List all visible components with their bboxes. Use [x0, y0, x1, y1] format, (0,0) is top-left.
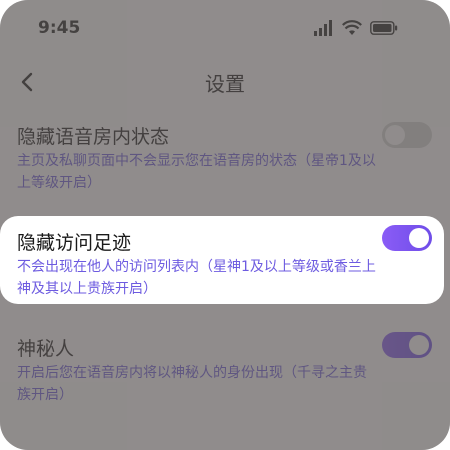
- battery-icon: [370, 21, 398, 35]
- toggle-knob: [409, 228, 429, 248]
- setting-description: 开启后您在语音房内将以神秘人的身份出现（千寻之主贵族开启）: [17, 365, 367, 403]
- setting-description: 不会出现在他人的访问列表内（星神1及以上等级或香兰上神及其以上贵族开启）: [17, 259, 376, 297]
- toggle-knob: [385, 125, 405, 145]
- nav-bar: 设置: [0, 60, 450, 104]
- status-bar: 9:45: [0, 0, 450, 60]
- hide-visit-trace-toggle[interactable]: [382, 225, 432, 251]
- setting-title: 隐藏访问足迹: [17, 232, 132, 254]
- status-icons: [314, 18, 398, 38]
- setting-row-hide-voice-status: 隐藏语音房内状态 主页及私聊页面中不会显示您在语音房的状态（星帝1及以上等级开启…: [0, 116, 450, 212]
- hide-voice-status-toggle[interactable]: [382, 122, 432, 148]
- status-time: 9:45: [38, 18, 81, 38]
- mystery-person-toggle[interactable]: [382, 332, 432, 358]
- setting-description: 主页及私聊页面中不会显示您在语音房的状态（星帝1及以上等级开启）: [17, 153, 376, 191]
- wifi-icon: [342, 20, 362, 35]
- phone-screen: 9:45 设置 隐藏语音房内状态 主页及私聊页面中不会显示您在语音房的状态（星帝…: [0, 0, 450, 450]
- setting-row-mystery-person: 神秘人 开启后您在语音房内将以神秘人的身份出现（千寻之主贵族开启）: [0, 330, 450, 426]
- setting-title: 隐藏语音房内状态: [17, 126, 170, 148]
- signal-icon: [314, 20, 332, 36]
- setting-title: 神秘人: [17, 338, 75, 360]
- page-title: 设置: [205, 72, 245, 96]
- toggle-knob: [409, 335, 429, 355]
- highlight-card-hide-visit-trace: 隐藏访问足迹 不会出现在他人的访问列表内（星神1及以上等级或香兰上神及其以上贵族…: [0, 216, 444, 304]
